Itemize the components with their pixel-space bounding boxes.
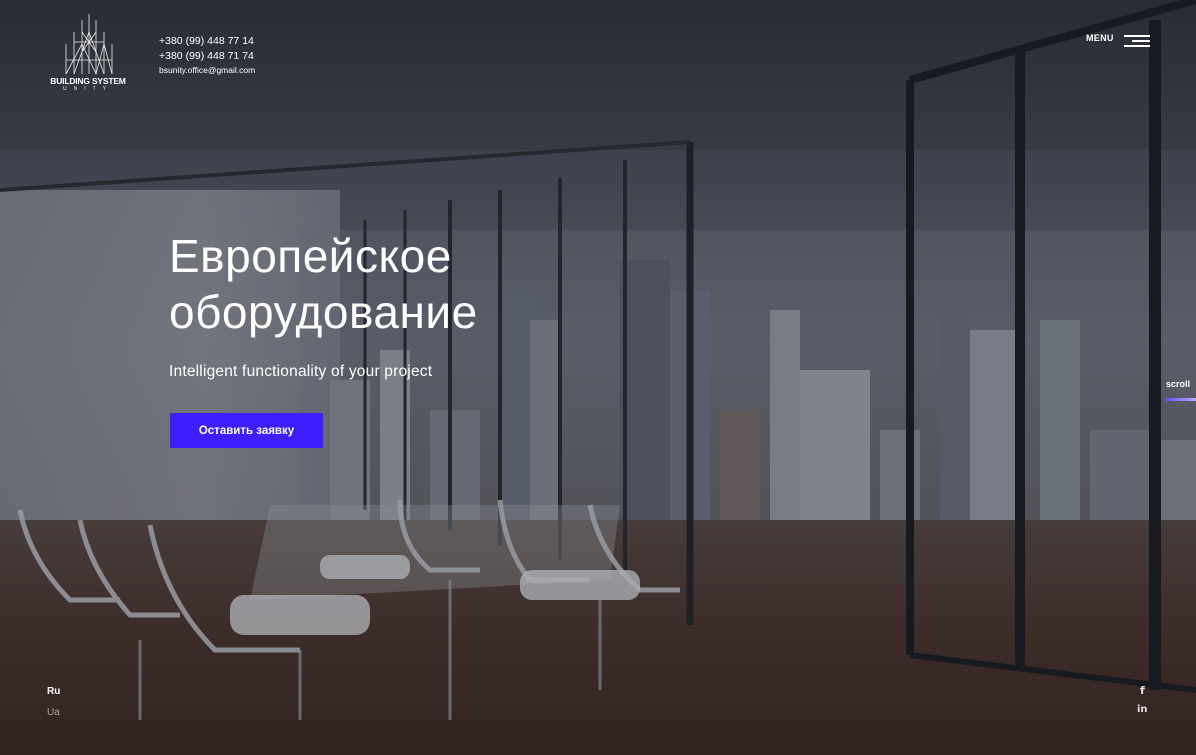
request-button[interactable]: Оставить заявку [170,413,323,448]
phone-1[interactable]: +380 (99) 448 77 14 [159,34,255,49]
hero-title: Европейское оборудование [169,228,689,340]
facebook-icon[interactable]: f [1140,684,1145,697]
scroll-indicator [1166,398,1196,401]
email-link[interactable]: bsunity.office@gmail.com [159,64,255,76]
hamburger-icon [1123,35,1150,49]
linkedin-icon[interactable]: in [1137,704,1148,715]
language-ua[interactable]: Ua [47,707,60,718]
scroll-label[interactable]: scroll [1166,379,1190,389]
hero-subtitle: Intelligent functionality of your projec… [169,363,433,380]
logo-subtitle: UNITY [63,86,113,92]
logo-title: BUILDING SYSTEM [50,76,126,86]
language-ru[interactable]: Ru [47,686,60,697]
hero-title-line-2: оборудование [169,286,478,338]
menu-button[interactable]: MENU [1086,33,1150,49]
hero-title-line-1: Европейское [169,230,452,282]
menu-label: MENU [1086,33,1114,43]
phone-2[interactable]: +380 (99) 448 71 74 [159,49,255,64]
contacts: +380 (99) 448 77 14 +380 (99) 448 71 74 … [159,34,255,76]
